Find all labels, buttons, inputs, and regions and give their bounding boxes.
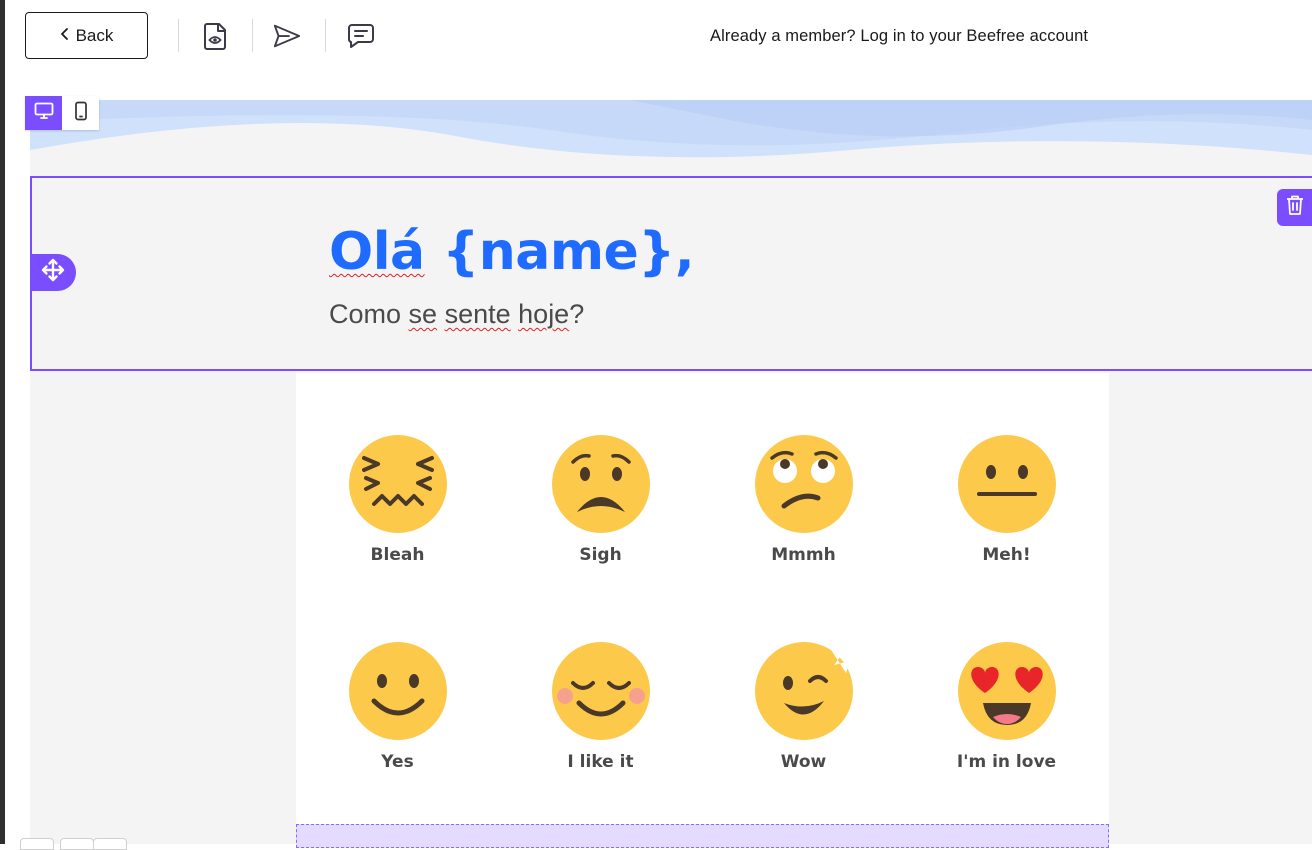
login-link[interactable]: Already a member? Log in to your Beefree…: [710, 27, 1088, 46]
question-part: [437, 299, 445, 329]
wink-face-icon: [754, 642, 853, 740]
eye-roll-face-icon: [754, 435, 853, 533]
confounded-face-icon: [348, 435, 447, 533]
emoji-option-wow[interactable]: Wow: [702, 641, 905, 772]
toolbar-divider: [178, 19, 179, 52]
bottom-control[interactable]: [93, 838, 127, 850]
emoji-label: Yes: [381, 752, 414, 772]
emoji-option-mmmh[interactable]: Mmmh: [702, 434, 905, 565]
window-edge: [0, 0, 5, 844]
emoji-label: Sigh: [579, 545, 622, 565]
emoji-label: Meh!: [982, 545, 1031, 565]
question-word: sente: [444, 299, 511, 329]
toolbar-divider: [252, 19, 253, 52]
top-toolbar: Back Already a member? Log in to your Be…: [5, 0, 1312, 76]
question-word: se: [408, 299, 438, 329]
selected-row[interactable]: Olá {name}, Como se sente hoje?: [30, 176, 1312, 371]
smile-face-icon: [348, 642, 447, 740]
trash-icon: [1285, 194, 1305, 221]
emoji-option-meh[interactable]: Meh!: [905, 434, 1108, 565]
emoji-option-i-like-it[interactable]: I like it: [499, 641, 702, 772]
emoji-label: Bleah: [370, 545, 425, 565]
comment-icon[interactable]: [346, 20, 376, 52]
worried-face-icon: [551, 435, 650, 533]
back-button[interactable]: Back: [25, 12, 148, 59]
greeting-word: Olá: [329, 222, 425, 282]
back-label: Back: [75, 25, 114, 45]
neutral-face-icon: [957, 435, 1056, 533]
send-icon[interactable]: [272, 20, 302, 52]
row-drop-zone[interactable]: [296, 824, 1109, 848]
header-wave-decoration: [30, 100, 1312, 158]
question-word: hoje: [518, 299, 570, 329]
delete-row-button[interactable]: [1277, 189, 1312, 226]
bottom-control[interactable]: [60, 838, 94, 850]
device-toggle: [25, 96, 99, 130]
emoji-option-im-in-love[interactable]: I'm in love: [905, 641, 1108, 772]
move-icon: [41, 258, 65, 287]
emoji-label: I like it: [567, 752, 634, 772]
emoji-option-sigh[interactable]: Sigh: [499, 434, 702, 565]
desktop-icon: [34, 102, 54, 125]
emoji-option-yes[interactable]: Yes: [296, 641, 499, 772]
mobile-view-button[interactable]: [62, 96, 99, 130]
preview-icon[interactable]: [201, 20, 231, 52]
question-part: ?: [569, 299, 585, 329]
greeting-rest: {name},: [424, 222, 695, 282]
mobile-icon: [74, 101, 88, 126]
bottom-control[interactable]: [20, 838, 54, 850]
question-text[interactable]: Como se sente hoje?: [329, 299, 584, 330]
question-part: Como: [329, 299, 409, 329]
blush-face-icon: [551, 642, 650, 740]
heart-eyes-face-icon: [957, 642, 1056, 740]
toolbar-divider: [325, 19, 326, 52]
emoji-content-block[interactable]: Bleah Sigh Mmmh Meh! Yes I like it Wow I…: [296, 373, 1109, 825]
chevron-left-icon: [60, 26, 70, 46]
move-row-handle[interactable]: [30, 254, 76, 291]
desktop-view-button[interactable]: [25, 96, 62, 130]
emoji-label: Mmmh: [771, 545, 836, 565]
greeting-heading[interactable]: Olá {name},: [329, 222, 695, 282]
emoji-label: Wow: [780, 752, 827, 772]
emoji-label: I'm in love: [956, 752, 1057, 772]
emoji-option-bleah[interactable]: Bleah: [296, 434, 499, 565]
